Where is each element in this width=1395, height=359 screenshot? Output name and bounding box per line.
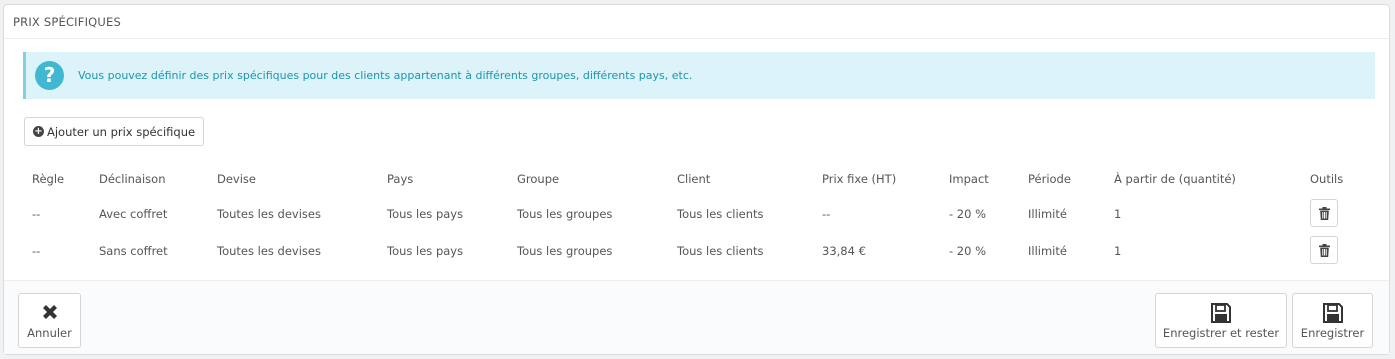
panel-heading: PRIX SPÉCIFIQUES <box>4 5 1389 39</box>
panel-title: PRIX SPÉCIFIQUES <box>13 15 122 29</box>
table-cell-currency: Toutes les devises <box>217 207 321 221</box>
column-header-combination: Déclinaison <box>99 172 166 186</box>
table-cell-fixed-price: -- <box>822 207 831 221</box>
table-cell-country: Tous les pays <box>387 244 464 258</box>
column-header-period: Période <box>1028 172 1071 186</box>
table-cell-from-quantity: 1 <box>1114 244 1122 258</box>
delete-button[interactable] <box>1310 236 1338 264</box>
column-header-country: Pays <box>387 172 414 186</box>
add-specific-price-label: Ajouter un prix spécifique <box>47 124 196 139</box>
column-header-rule: Règle <box>32 172 65 186</box>
table-cell-customer: Tous les clients <box>677 244 764 258</box>
table-cell-impact: - 20 % <box>949 244 987 258</box>
panel-footer: Annuler Enregistrer et rester Enregistre… <box>4 280 1389 354</box>
info-alert-text: Vous pouvez définir des prix spécifiques… <box>78 69 693 82</box>
column-header-currency: Devise <box>217 172 256 186</box>
question-icon: ? <box>35 61 64 90</box>
table-cell-period: Illimité <box>1028 244 1067 258</box>
add-specific-price-button[interactable]: + Ajouter un prix spécifique <box>24 117 205 146</box>
table-cell-from-quantity: 1 <box>1114 207 1122 221</box>
cancel-button[interactable]: Annuler <box>18 293 81 348</box>
info-alert: ? Vous pouvez définir des prix spécifiqu… <box>23 52 1375 99</box>
cancel-label: Annuler <box>27 326 72 340</box>
floppy-disk-icon <box>1211 303 1231 323</box>
table-cell-customer: Tous les clients <box>677 207 764 221</box>
delete-button[interactable] <box>1310 199 1338 227</box>
table-cell-impact: - 20 % <box>949 207 987 221</box>
table-cell-rule: -- <box>32 207 41 221</box>
table-cell-combination: Avec coffret <box>99 207 168 221</box>
column-header-tools: Outils <box>1310 172 1344 186</box>
save-and-stay-label: Enregistrer et rester <box>1162 326 1280 340</box>
column-header-impact: Impact <box>949 172 989 186</box>
table-cell-rule: -- <box>32 244 41 258</box>
table-cell-country: Tous les pays <box>387 207 464 221</box>
column-header-customer: Client <box>677 172 711 186</box>
save-and-stay-button[interactable]: Enregistrer et rester <box>1155 293 1287 348</box>
save-label: Enregistrer <box>1300 326 1365 340</box>
column-header-from-quantity: À partir de (quantité) <box>1114 172 1236 186</box>
table-cell-group: Tous les groupes <box>517 207 613 221</box>
table-cell-currency: Toutes les devises <box>217 244 321 258</box>
floppy-disk-icon <box>1322 303 1343 323</box>
close-icon <box>42 305 57 319</box>
save-button[interactable]: Enregistrer <box>1292 293 1373 348</box>
specific-prices-panel: PRIX SPÉCIFIQUES ? Vous pouvez définir d… <box>3 4 1390 355</box>
column-header-group: Groupe <box>517 172 560 186</box>
table-cell-fixed-price: 33,84 € <box>822 244 866 258</box>
plus-circle-icon: + <box>33 126 44 137</box>
trash-icon <box>1319 244 1330 257</box>
column-header-fixed-price: Prix fixe (HT) <box>822 172 897 186</box>
table-cell-group: Tous les groupes <box>517 244 613 258</box>
table-cell-period: Illimité <box>1028 207 1067 221</box>
trash-icon <box>1319 207 1330 220</box>
table-cell-combination: Sans coffret <box>99 244 168 258</box>
